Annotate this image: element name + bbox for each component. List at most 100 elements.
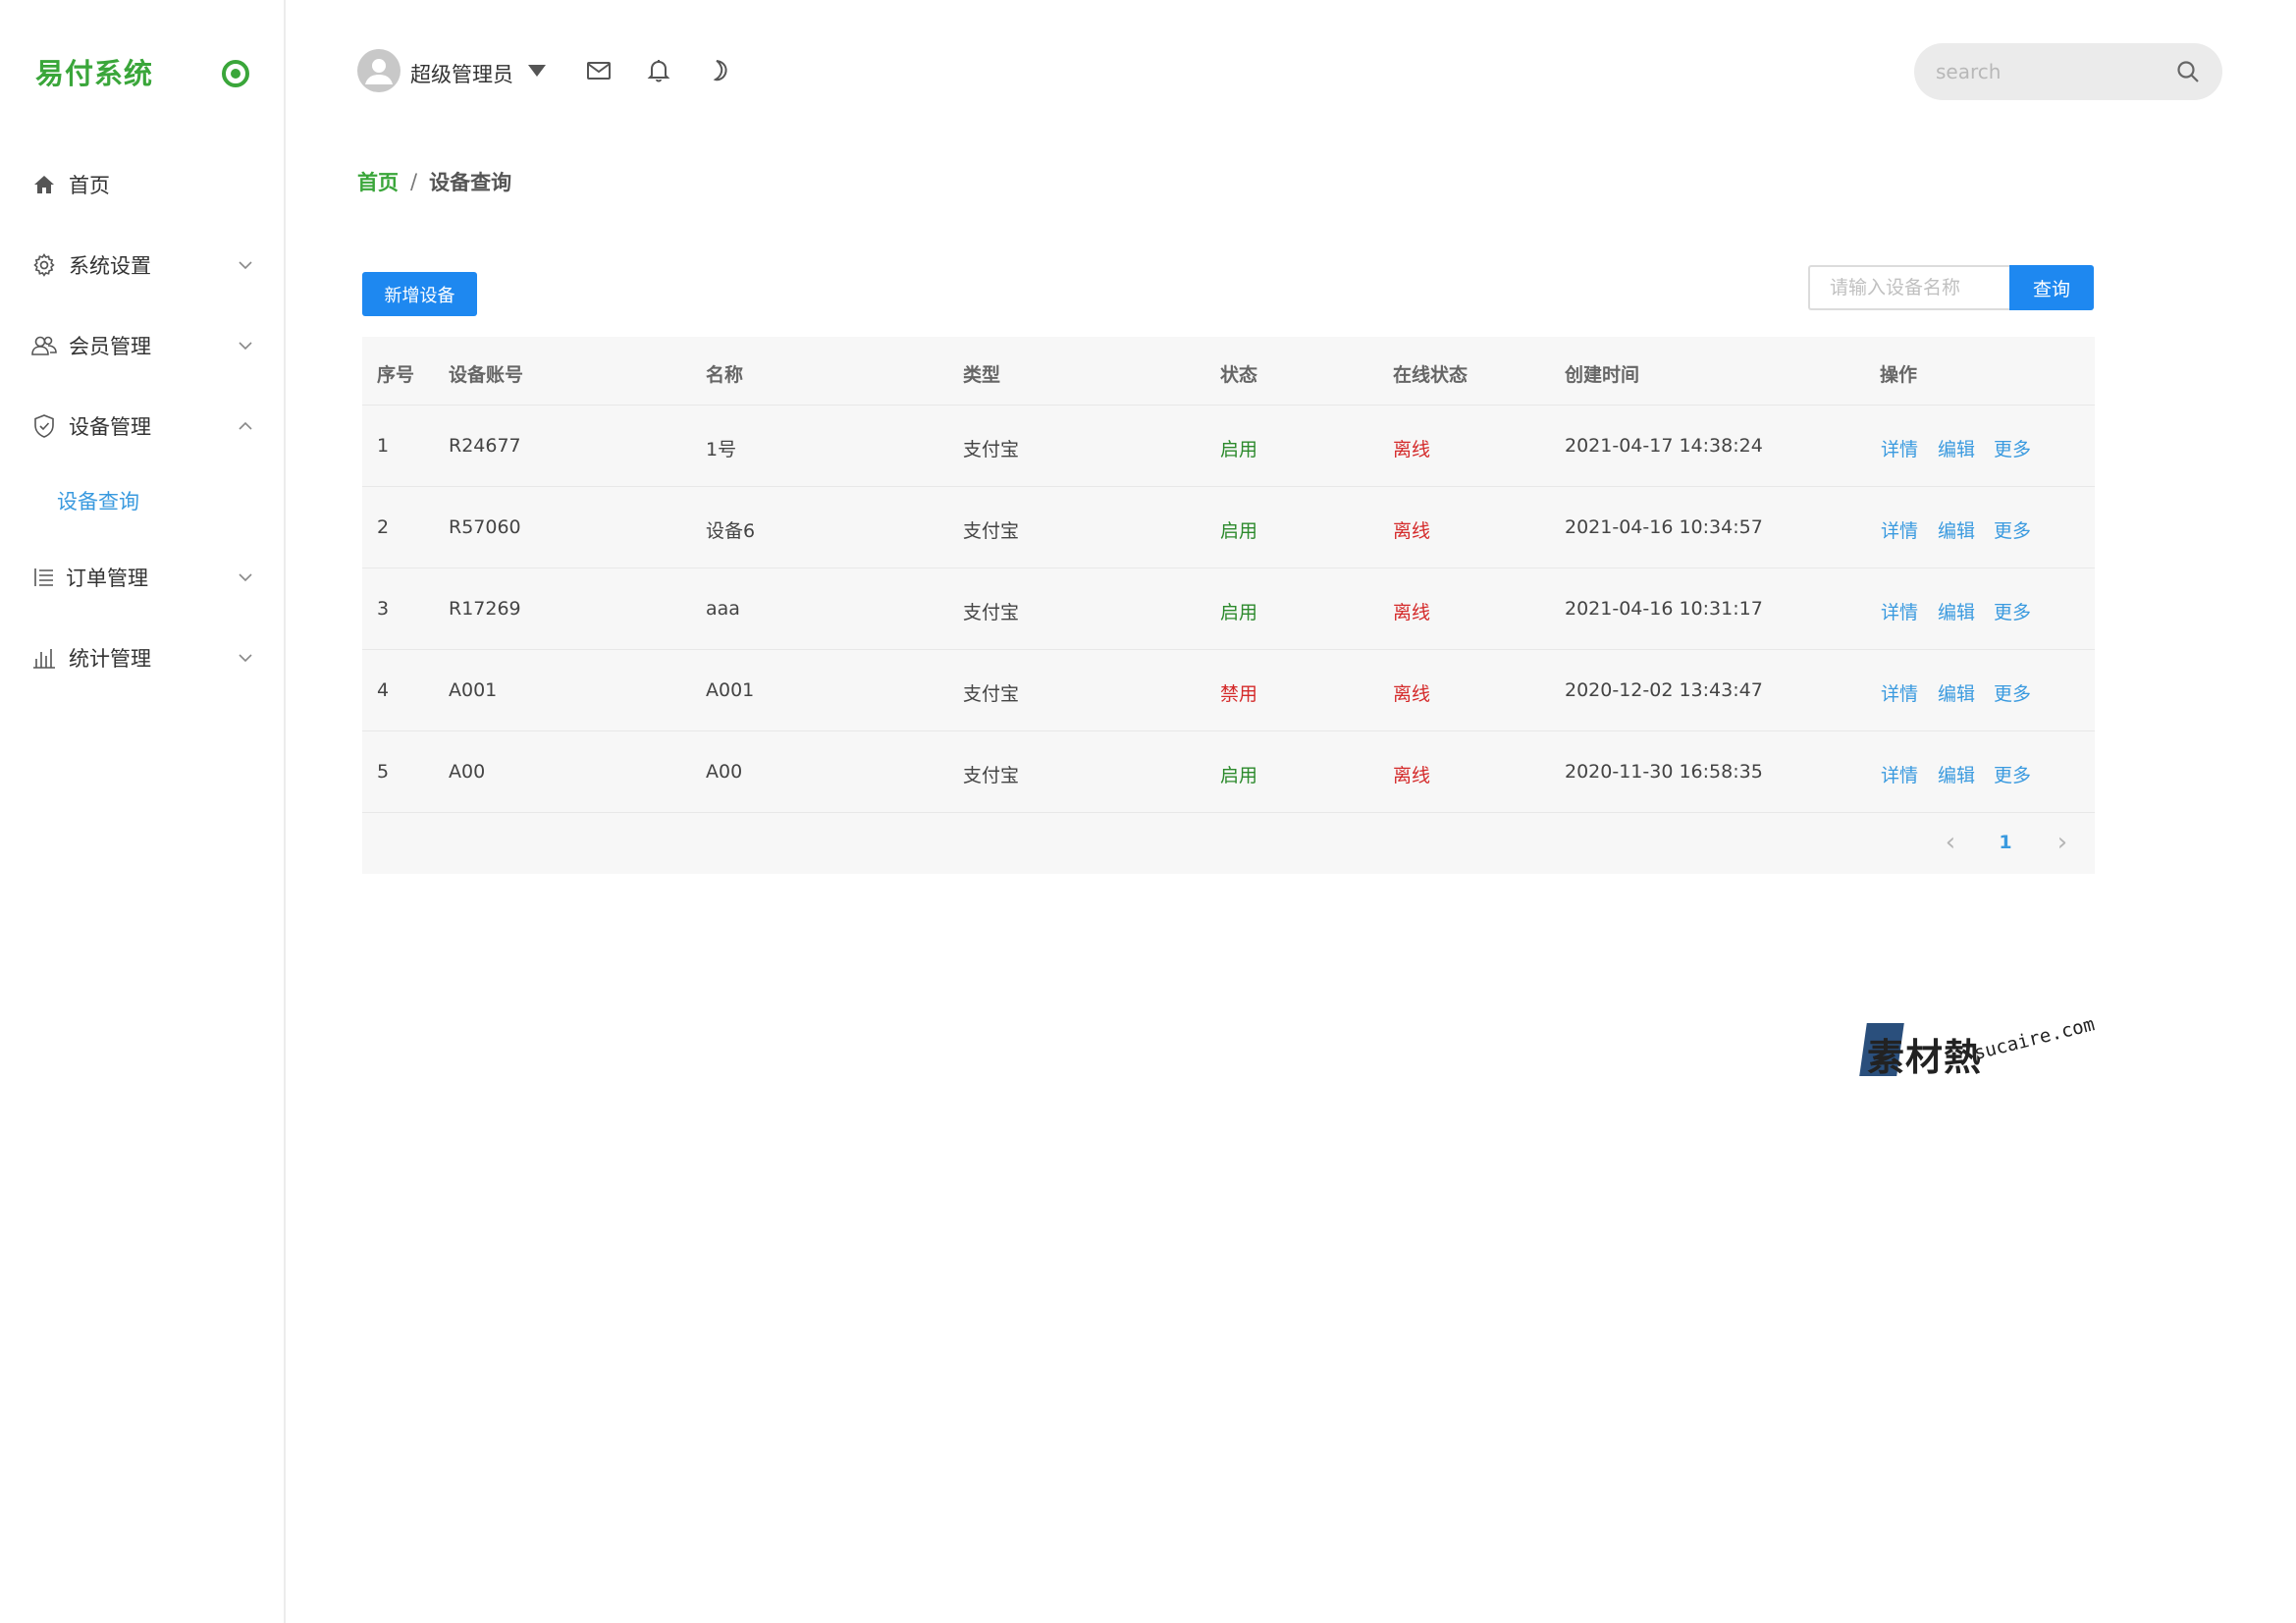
cell-account: A001 bbox=[449, 679, 498, 701]
cell-status: 启用 bbox=[1220, 765, 1258, 786]
target-icon[interactable] bbox=[222, 60, 249, 87]
cell-account: R17269 bbox=[449, 598, 521, 620]
sidebar-item-label: 设备管理 bbox=[69, 415, 151, 439]
table-row: 2 R57060 设备6 支付宝 启用 离线 2021-04-16 10:34:… bbox=[362, 487, 2095, 568]
list-icon bbox=[29, 563, 59, 592]
table-row: 1 R24677 1号 支付宝 启用 离线 2021-04-17 14:38:2… bbox=[362, 406, 2095, 487]
sidebar: 易付系统 首页 系统设置 会员管理 设备管理 设备查询 订单管理 统计管理 bbox=[0, 0, 286, 1623]
watermark-cn-text: 素材熱 bbox=[1867, 1036, 1983, 1079]
cell-name: A001 bbox=[706, 679, 755, 701]
cell-status: 禁用 bbox=[1220, 683, 1258, 705]
cell-created-time: 2021-04-16 10:31:17 bbox=[1565, 598, 1763, 620]
pagination: ‹ 1 › bbox=[362, 828, 2095, 857]
caret-down-icon[interactable] bbox=[528, 65, 546, 77]
moon-icon[interactable] bbox=[707, 57, 734, 84]
edit-link[interactable]: 编辑 bbox=[1938, 679, 1975, 706]
cell-created-time: 2020-11-30 16:58:35 bbox=[1565, 761, 1763, 783]
sidebar-item-label: 统计管理 bbox=[69, 647, 151, 671]
users-icon bbox=[29, 331, 59, 360]
breadcrumb-separator: / bbox=[410, 170, 418, 193]
cell-online-status: 离线 bbox=[1393, 765, 1431, 786]
edit-link[interactable]: 编辑 bbox=[1938, 761, 1975, 787]
chevron-down-icon bbox=[238, 257, 253, 273]
chevron-up-icon bbox=[238, 418, 253, 434]
cell-no: 4 bbox=[377, 679, 390, 701]
sidebar-item-system-settings[interactable]: 系统设置 bbox=[0, 236, 286, 295]
table-row: 4 A001 A001 支付宝 禁用 离线 2020-12-02 13:43:4… bbox=[362, 650, 2095, 731]
query-button[interactable]: 查询 bbox=[2009, 265, 2094, 310]
bell-icon[interactable] bbox=[645, 57, 672, 84]
cell-name: 1号 bbox=[706, 439, 737, 460]
cell-no: 5 bbox=[377, 761, 390, 783]
mail-icon[interactable] bbox=[585, 57, 613, 84]
cell-status: 启用 bbox=[1220, 520, 1258, 542]
cell-no: 1 bbox=[377, 435, 390, 457]
app-logo[interactable]: 易付系统 bbox=[35, 51, 153, 92]
cell-status: 启用 bbox=[1220, 602, 1258, 623]
next-page-button[interactable]: › bbox=[2053, 828, 2072, 857]
prev-page-button[interactable]: ‹ bbox=[1941, 828, 1960, 857]
sidebar-item-statistics-management[interactable]: 统计管理 bbox=[0, 628, 286, 687]
breadcrumb: 首页 / 设备查询 bbox=[357, 167, 511, 196]
detail-link[interactable]: 详情 bbox=[1881, 679, 1918, 706]
bar-chart-icon bbox=[29, 643, 59, 673]
cell-online-status: 离线 bbox=[1393, 602, 1431, 623]
column-header-no: 序号 bbox=[377, 364, 415, 386]
table-row: 3 R17269 aaa 支付宝 启用 离线 2021-04-16 10:31:… bbox=[362, 568, 2095, 650]
cell-online-status: 离线 bbox=[1393, 683, 1431, 705]
avatar[interactable] bbox=[357, 49, 400, 92]
edit-link[interactable]: 编辑 bbox=[1938, 598, 1975, 624]
shield-icon bbox=[29, 411, 59, 441]
cell-account: A00 bbox=[449, 761, 486, 783]
column-header-type: 类型 bbox=[963, 364, 1001, 386]
more-link[interactable]: 更多 bbox=[1994, 679, 2031, 706]
search-input[interactable] bbox=[1936, 57, 2152, 86]
add-device-button[interactable]: 新增设备 bbox=[362, 272, 477, 316]
sidebar-item-home[interactable]: 首页 bbox=[0, 155, 286, 214]
cell-created-time: 2021-04-17 14:38:24 bbox=[1565, 435, 1763, 457]
column-header-created-time: 创建时间 bbox=[1565, 364, 1640, 386]
more-link[interactable]: 更多 bbox=[1994, 516, 2031, 543]
detail-link[interactable]: 详情 bbox=[1881, 435, 1918, 461]
sidebar-subitem-label: 设备查询 bbox=[57, 490, 139, 514]
column-header-account: 设备账号 bbox=[449, 364, 524, 386]
detail-link[interactable]: 详情 bbox=[1881, 598, 1918, 624]
edit-link[interactable]: 编辑 bbox=[1938, 516, 1975, 543]
gear-icon bbox=[29, 250, 59, 280]
cell-type: 支付宝 bbox=[963, 765, 1020, 786]
sidebar-item-label: 订单管理 bbox=[66, 567, 148, 590]
sidebar-item-member-management[interactable]: 会员管理 bbox=[0, 316, 286, 375]
cell-name: aaa bbox=[706, 598, 740, 620]
sidebar-item-order-management[interactable]: 订单管理 bbox=[0, 548, 286, 607]
chevron-down-icon bbox=[238, 338, 253, 353]
more-link[interactable]: 更多 bbox=[1994, 598, 2031, 624]
cell-no: 2 bbox=[377, 516, 390, 538]
watermark-en-text: sucaire.com bbox=[1971, 1013, 2098, 1064]
sidebar-item-device-management[interactable]: 设备管理 bbox=[0, 397, 286, 456]
more-link[interactable]: 更多 bbox=[1994, 435, 2031, 461]
detail-link[interactable]: 详情 bbox=[1881, 516, 1918, 543]
page-1-button[interactable]: 1 bbox=[1994, 828, 2017, 857]
watermark: 素材熱 sucaire.com bbox=[1859, 1013, 2118, 1086]
cell-name: 设备6 bbox=[706, 520, 756, 542]
cell-type: 支付宝 bbox=[963, 439, 1020, 460]
sidebar-subitem-device-query[interactable]: 设备查询 bbox=[0, 476, 286, 525]
cell-name: A00 bbox=[706, 761, 743, 783]
sidebar-item-label: 系统设置 bbox=[69, 254, 151, 278]
search-icon[interactable] bbox=[2175, 59, 2201, 84]
sidebar-item-label: 首页 bbox=[69, 174, 110, 197]
cell-account: R24677 bbox=[449, 435, 521, 457]
column-header-name: 名称 bbox=[706, 364, 744, 386]
breadcrumb-home-link[interactable]: 首页 bbox=[357, 167, 399, 196]
cell-status: 启用 bbox=[1220, 439, 1258, 460]
cell-type: 支付宝 bbox=[963, 602, 1020, 623]
breadcrumb-current: 设备查询 bbox=[429, 171, 512, 194]
device-name-input[interactable] bbox=[1808, 265, 2010, 310]
more-link[interactable]: 更多 bbox=[1994, 761, 2031, 787]
edit-link[interactable]: 编辑 bbox=[1938, 435, 1975, 461]
detail-link[interactable]: 详情 bbox=[1881, 761, 1918, 787]
column-header-status: 状态 bbox=[1220, 364, 1258, 386]
cell-online-status: 离线 bbox=[1393, 520, 1431, 542]
chevron-down-icon bbox=[238, 569, 253, 585]
user-name[interactable]: 超级管理员 bbox=[410, 59, 513, 88]
